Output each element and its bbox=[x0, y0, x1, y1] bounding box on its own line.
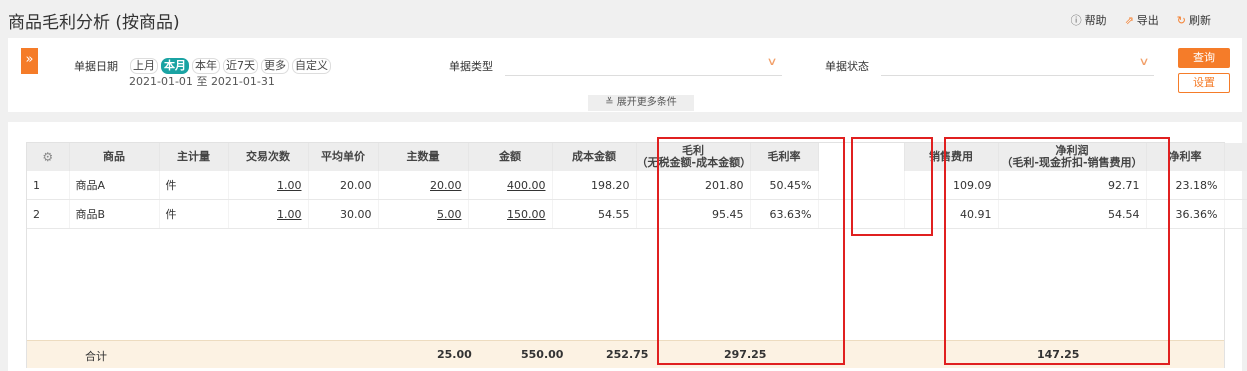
cell-cost: 54.55 bbox=[552, 199, 637, 229]
cell-net-profit: 92.71 bbox=[998, 171, 1147, 200]
cell-product: 商品B bbox=[69, 199, 160, 229]
help-button[interactable]: ⓘ 帮助 bbox=[1071, 12, 1107, 28]
cell-net-rate: 36.36% bbox=[1146, 199, 1225, 229]
header-unit[interactable]: 主计量 bbox=[159, 143, 229, 171]
header-gross-profit[interactable]: 毛利 （无税金额-成本金额） bbox=[636, 143, 752, 171]
export-label: 导出 bbox=[1136, 14, 1159, 27]
total-gross-profit: 297.25 bbox=[724, 348, 767, 361]
cell-avg-price: 30.00 bbox=[308, 199, 379, 229]
cell-gross-rate: 50.45% bbox=[750, 171, 819, 200]
row-number: 2 bbox=[27, 199, 70, 229]
total-row: 合计 25.00 550.00 252.75 297.25 147.25 bbox=[27, 340, 1224, 368]
query-button[interactable]: 查询 bbox=[1178, 48, 1230, 68]
cell-avg-price: 20.00 bbox=[308, 171, 379, 200]
export-icon: ⇗ bbox=[1124, 13, 1134, 27]
table-header-row: ⚙ 商品 主计量 交易次数 平均单价 主数量 金额 成本金额 毛利 （无税金额-… bbox=[27, 143, 1247, 171]
refresh-button[interactable]: ↻ 刷新 bbox=[1177, 12, 1211, 28]
link-qty[interactable]: 20.00 bbox=[430, 179, 462, 192]
cell-spacer bbox=[818, 199, 905, 229]
header-net-rate[interactable]: 净利率 bbox=[1146, 143, 1225, 171]
status-label: 单据状态 bbox=[825, 60, 869, 73]
expand-more-conditions[interactable]: ≚ 展开更多条件 bbox=[588, 95, 694, 111]
status-select[interactable]: ∨ bbox=[881, 53, 1154, 76]
date-start: 2021-01-01 bbox=[129, 75, 193, 88]
report-grid: ⚙ 商品 主计量 交易次数 平均单价 主数量 金额 成本金额 毛利 （无税金额-… bbox=[26, 142, 1247, 368]
cell-net-rate: 23.18% bbox=[1146, 171, 1225, 200]
more-conditions-label: 展开更多条件 bbox=[616, 97, 677, 108]
date-end: 2021-01-31 bbox=[210, 75, 275, 88]
range-this-year[interactable]: 本年 bbox=[192, 58, 220, 74]
header-product[interactable]: 商品 bbox=[69, 143, 160, 171]
date-label: 单据日期 bbox=[74, 60, 118, 73]
link-qty[interactable]: 5.00 bbox=[437, 208, 462, 221]
report-table: ⚙ 商品 主计量 交易次数 平均单价 主数量 金额 成本金额 毛利 （无税金额-… bbox=[27, 143, 1247, 229]
header-gross-rate[interactable]: 毛利率 bbox=[750, 143, 819, 171]
chevron-down-icon: ∨ bbox=[766, 55, 778, 68]
report-panel: ⚙ 商品 主计量 交易次数 平均单价 主数量 金额 成本金额 毛利 （无税金额-… bbox=[8, 122, 1247, 371]
range-custom[interactable]: 自定义 bbox=[292, 58, 331, 74]
cell-net-profit: 54.54 bbox=[998, 199, 1147, 229]
link-amount[interactable]: 400.00 bbox=[507, 179, 546, 192]
type-select[interactable]: ∨ bbox=[505, 53, 782, 76]
column-settings-button[interactable]: ⚙ bbox=[27, 143, 70, 171]
cell-unit: 件 bbox=[159, 171, 229, 200]
header-avg-price[interactable]: 平均单价 bbox=[308, 143, 379, 171]
settings-button[interactable]: 设置 bbox=[1178, 73, 1230, 93]
cell-unit: 件 bbox=[159, 199, 229, 229]
header-cost[interactable]: 成本金额 bbox=[552, 143, 637, 171]
expand-sidebar-button[interactable]: » bbox=[21, 48, 38, 74]
total-qty: 25.00 bbox=[437, 348, 472, 361]
header-amount[interactable]: 金额 bbox=[468, 143, 553, 171]
total-cost: 252.75 bbox=[606, 348, 649, 361]
net-profit-formula: （毛利-现金折扣-销售费用） bbox=[1001, 156, 1143, 169]
chevron-down-icon: ∨ bbox=[1138, 55, 1150, 68]
table-row[interactable]: 1 商品A 件 1.00 20.00 20.00 400.00 198.20 2… bbox=[27, 171, 1247, 200]
link-amount[interactable]: 150.00 bbox=[507, 208, 546, 221]
export-button[interactable]: ⇗ 导出 bbox=[1125, 12, 1159, 28]
range-last-7-days[interactable]: 近7天 bbox=[223, 58, 258, 74]
date-separator: 至 bbox=[196, 75, 208, 88]
header-net-profit[interactable]: 净利润 （毛利-现金折扣-销售费用） bbox=[998, 143, 1147, 171]
page-title: 商品毛利分析 (按商品) bbox=[8, 13, 180, 33]
type-label: 单据类型 bbox=[449, 60, 493, 73]
help-label: 帮助 bbox=[1084, 14, 1107, 27]
range-last-month[interactable]: 上月 bbox=[130, 58, 158, 74]
total-net-profit: 147.25 bbox=[1037, 348, 1080, 361]
gross-profit-formula: （无税金额-成本金额） bbox=[636, 156, 752, 169]
cell-cost: 198.20 bbox=[552, 171, 637, 200]
refresh-label: 刷新 bbox=[1189, 14, 1211, 27]
date-range-display[interactable]: 2021-01-01 至 2021-01-31 bbox=[129, 73, 275, 89]
chevron-double-down-icon: ≚ bbox=[605, 97, 614, 108]
refresh-icon: ↻ bbox=[1176, 13, 1186, 27]
table-row[interactable]: 2 商品B 件 1.00 30.00 5.00 150.00 54.55 95.… bbox=[27, 199, 1247, 229]
total-amount: 550.00 bbox=[521, 348, 564, 361]
header-spacer-1 bbox=[818, 143, 905, 171]
header-sales-fee[interactable]: 销售费用 bbox=[904, 143, 999, 171]
header-filler bbox=[1224, 143, 1247, 171]
help-icon: ⓘ bbox=[1070, 14, 1082, 27]
cell-sales-fee: 109.09 bbox=[904, 171, 999, 200]
cell-product: 商品A bbox=[69, 171, 160, 200]
filter-panel: » 单据日期 上月 本月 本年 近7天 更多 自定义 2021-01-01 至 … bbox=[8, 38, 1242, 112]
total-label: 合计 bbox=[85, 350, 107, 363]
header-count[interactable]: 交易次数 bbox=[228, 143, 309, 171]
quick-date-ranges: 上月 本月 本年 近7天 更多 自定义 bbox=[130, 58, 331, 74]
range-this-month[interactable]: 本月 bbox=[161, 58, 189, 74]
cell-sales-fee: 40.91 bbox=[904, 199, 999, 229]
cell-gross-profit: 95.45 bbox=[636, 199, 751, 229]
row-number: 1 bbox=[27, 171, 70, 200]
cell-filler bbox=[1224, 199, 1247, 229]
cell-gross-profit: 201.80 bbox=[636, 171, 751, 200]
link-count[interactable]: 1.00 bbox=[277, 208, 302, 221]
range-more[interactable]: 更多 bbox=[261, 58, 289, 74]
header-qty[interactable]: 主数量 bbox=[378, 143, 469, 171]
link-count[interactable]: 1.00 bbox=[277, 179, 302, 192]
toolbar: ⓘ 帮助 ⇗ 导出 ↻ 刷新 bbox=[1071, 12, 1211, 28]
cell-filler bbox=[1224, 171, 1247, 200]
cell-gross-rate: 63.63% bbox=[750, 199, 819, 229]
cell-spacer bbox=[818, 171, 905, 200]
gear-icon: ⚙ bbox=[42, 149, 54, 164]
